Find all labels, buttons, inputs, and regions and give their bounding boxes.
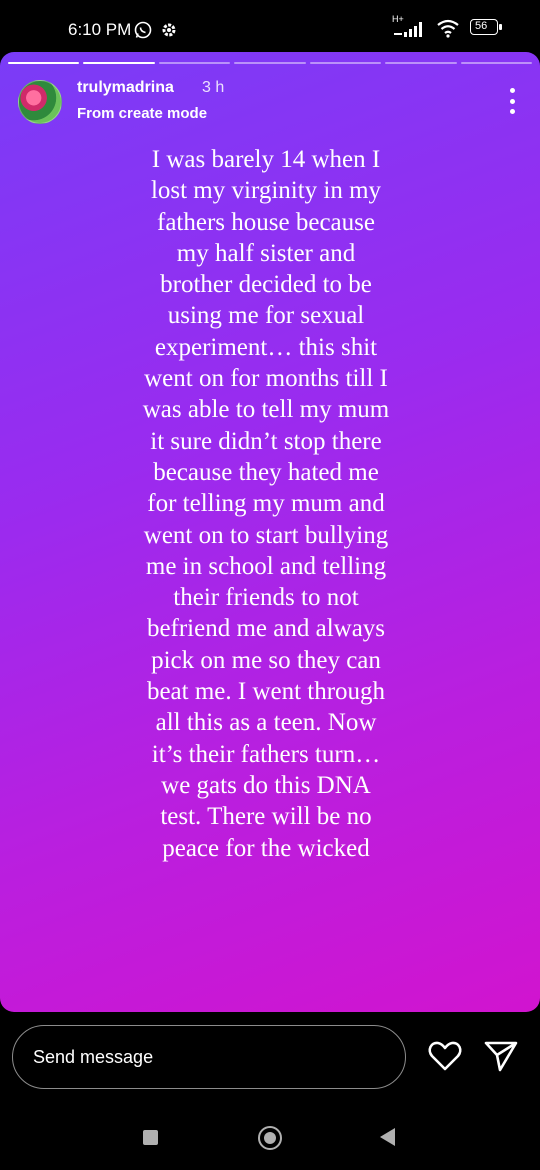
battery-icon: 56 (470, 19, 504, 37)
send-message-placeholder: Send message (33, 1047, 154, 1067)
status-icons-left (134, 21, 178, 39)
story-text-line: their friends to not (173, 584, 359, 612)
story-text-line: I was barely 14 when I (151, 146, 381, 173)
progress-segment (460, 62, 532, 64)
more-vertical-icon[interactable] (508, 88, 516, 114)
story-text-line: all this as a teen. Now (155, 709, 377, 737)
progress-segment (8, 62, 80, 64)
story-text: I was barely 14 when I lost my virginity … (100, 144, 432, 864)
story-text-line: it’s their fathers turn… (151, 740, 381, 768)
story-username[interactable]: trulymadrina (77, 79, 174, 97)
story-text-line: brother decided to be (160, 271, 372, 299)
battery-level: 56 (475, 20, 488, 32)
story-text-line: experiment… this shit (154, 333, 378, 361)
story-text-line: went on to start bullying (143, 521, 389, 549)
reply-bar: Send message (0, 1012, 540, 1170)
send-message-input[interactable]: Send message (12, 1025, 406, 1089)
progress-segment (385, 62, 457, 64)
story-text-line: it sure didn’t stop there (150, 427, 382, 455)
story-text-line: fathers house because (157, 208, 375, 236)
story-text-line: peace for the wicked (162, 834, 370, 862)
home-button[interactable] (258, 1126, 282, 1150)
story-text-line: for telling my mum and (147, 490, 385, 518)
progress-segment (158, 62, 231, 64)
back-button[interactable] (380, 1128, 395, 1146)
story-text-line: test. There will be no (160, 803, 372, 831)
story-text-line: was able to tell my mum (142, 396, 390, 424)
story-text-line: befriend me and always (146, 615, 386, 643)
whatsapp-icon (134, 21, 152, 39)
avatar[interactable] (18, 80, 62, 124)
recents-button[interactable] (143, 1130, 158, 1145)
story-text-line: pick on me so they can (151, 646, 381, 674)
story-text-line: lost my virginity in my (150, 177, 382, 205)
story-text-line: my half sister and (176, 239, 356, 267)
story-text-line: because they hated me (153, 458, 379, 486)
story-progress (8, 62, 532, 64)
status-bar: 6:10 PM H+ 56 (0, 0, 540, 52)
story-time-ago: 3 h (202, 79, 225, 96)
status-time: 6:10 PM (68, 20, 132, 39)
story-text-line: using me for sexual (167, 302, 365, 330)
progress-segment (234, 62, 306, 64)
wifi-icon (437, 19, 459, 38)
story-view[interactable]: trulymadrina 3 h From create mode I was … (0, 52, 540, 1012)
heart-icon[interactable] (428, 1040, 462, 1072)
progress-segment (83, 62, 155, 64)
progress-segment (309, 62, 382, 64)
story-text-line: we gats do this DNA (161, 771, 371, 799)
status-right: H+ 56 (392, 14, 504, 38)
system-nav-bar (0, 1124, 540, 1154)
story-subtitle: From create mode (77, 105, 208, 122)
story-text-line: me in school and telling (145, 552, 387, 580)
signal-icon: H+ (392, 14, 426, 38)
story-text-line: beat me. I went through (146, 678, 386, 706)
story-text-line: went on for months till I (144, 365, 388, 393)
paper-plane-icon[interactable] (484, 1040, 518, 1072)
gear-icon (162, 23, 176, 37)
